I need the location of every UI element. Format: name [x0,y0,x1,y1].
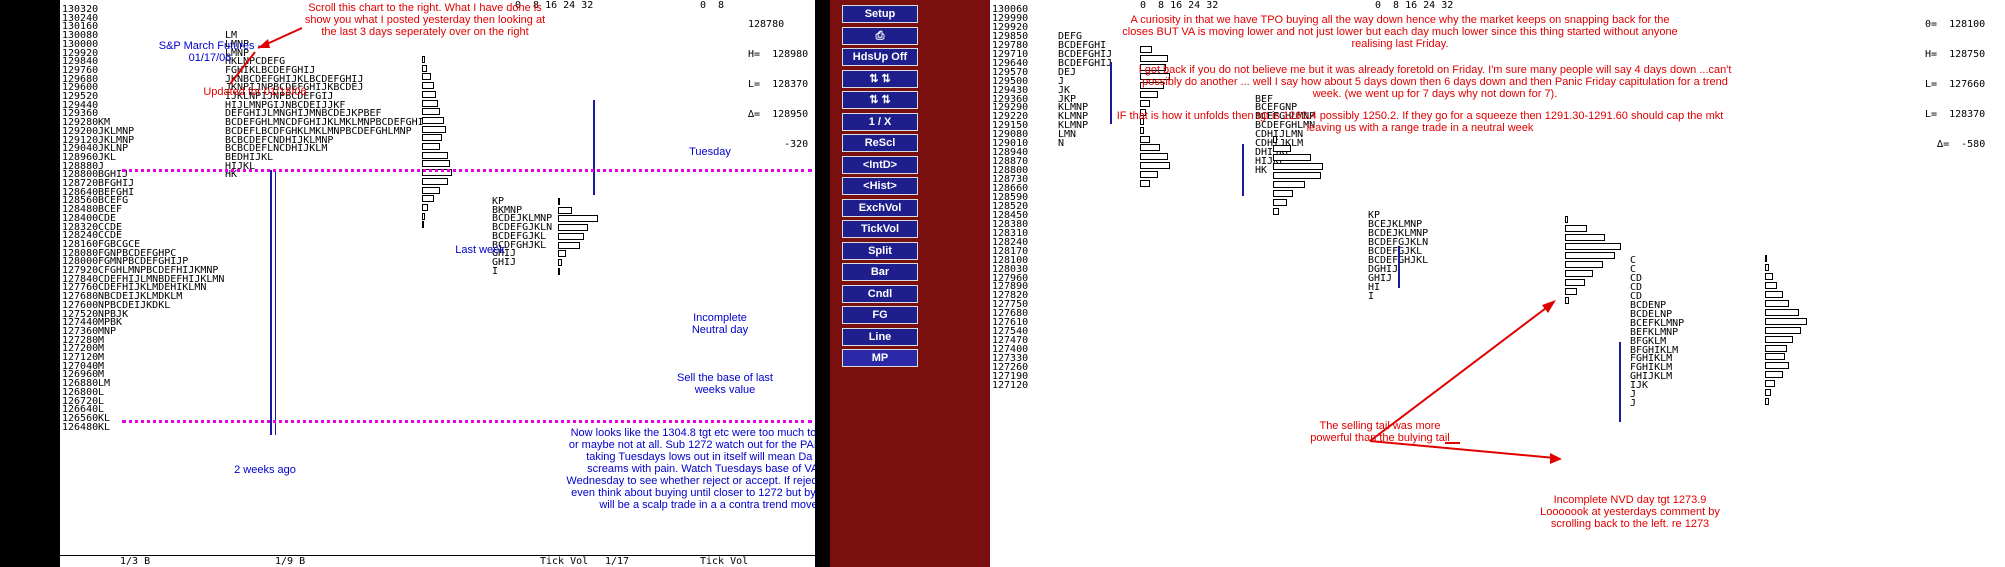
left-chart-panel[interactable]: 130320 130240 130160 130080 130000 129920 1298… [60,0,815,567]
toolbar-button-label: ExchVol [858,201,902,214]
toolbar-button-label: <Hist> [863,180,897,192]
toolbar-button-label: FG [872,309,888,321]
toolbar-button-2[interactable]: HdsUp Off [842,48,918,66]
toolbar-button-0[interactable]: Setup [842,5,918,23]
toolbar-button-13[interactable]: Cndl [842,284,918,303]
toolbar-button-label: TickVol [860,223,900,235]
toolbar-button-1[interactable]: ⎙ [842,26,918,45]
footer-tickvol-1: Tick Vol [540,556,589,567]
toolbar-button-label: <IntD> [862,158,898,171]
toolbar-button-10[interactable]: TickVol [842,220,918,238]
toolbar-button-label: Cndl [867,287,893,300]
arrow-updated [229,51,256,85]
toolbar-button-label: ReScl [864,137,896,149]
toolbar-button-label: Split [868,244,892,257]
footer-date-2: 1/9 B [275,556,306,567]
left-footer: 1/3 B 1/9 B Tick Vol 1/17 Tick Vol [60,555,815,567]
toolbar-button-11[interactable]: Split [842,241,918,260]
toolbar-button-14[interactable]: FG [842,306,918,324]
toolbar-button-7[interactable]: <IntD> [842,155,918,174]
toolbar-button-4[interactable]: ⇅ ⇅ [842,91,918,109]
toolbar-button-16[interactable]: MP [842,349,918,367]
footer-date-1: 1/3 B [120,556,151,567]
chart-toolbar: Setup ⎙ HdsUp Off ⇅ ⇅ ⇅ ⇅ 1 / X ReScl <IntD> <Hi… [830,0,990,567]
toolbar-button-9[interactable]: ExchVol [842,198,918,217]
toolbar-button-3[interactable]: ⇅ ⇅ [842,69,918,88]
toolbar-button-12[interactable]: Bar [842,263,918,281]
footer-tickvol-2: Tick Vol [700,556,749,567]
toolbar-button-label: ⇅ ⇅ [869,72,891,85]
toolbar-button-5[interactable]: 1 / X [842,112,918,131]
toolbar-button-label: ⎙ [875,29,885,42]
right-chart-panel[interactable]: 130060 129990 129920 129850 129780 129710 1296… [990,0,2005,567]
toolbar-button-label: MP [871,352,889,364]
arrow-buying-tail [1369,440,1556,459]
left-annotation-arrows [229,27,303,85]
toolbar-button-6[interactable]: ReScl [842,134,918,152]
toolbar-button-label: Line [868,330,892,343]
toolbar-button-label: Setup [864,8,896,20]
arrowhead-selling-tail [1542,300,1556,313]
toolbar-button-label: HdsUp Off [852,51,908,63]
toolbar-button-label: ⇅ ⇅ [869,94,891,106]
arrowhead-scroll [258,39,270,48]
arrow-selling-tail [1369,304,1551,442]
toolbar-button-label: 1 / X [868,115,892,128]
arrowhead-buying-tail [1550,453,1562,464]
right-annotation-arrows [1369,300,1562,464]
footer-date-3: 1/17 [605,556,630,567]
toolbar-button-8[interactable]: <Hist> [842,177,918,195]
toolbar-button-15[interactable]: Line [842,327,918,346]
toolbar-button-label: Bar [870,266,890,278]
